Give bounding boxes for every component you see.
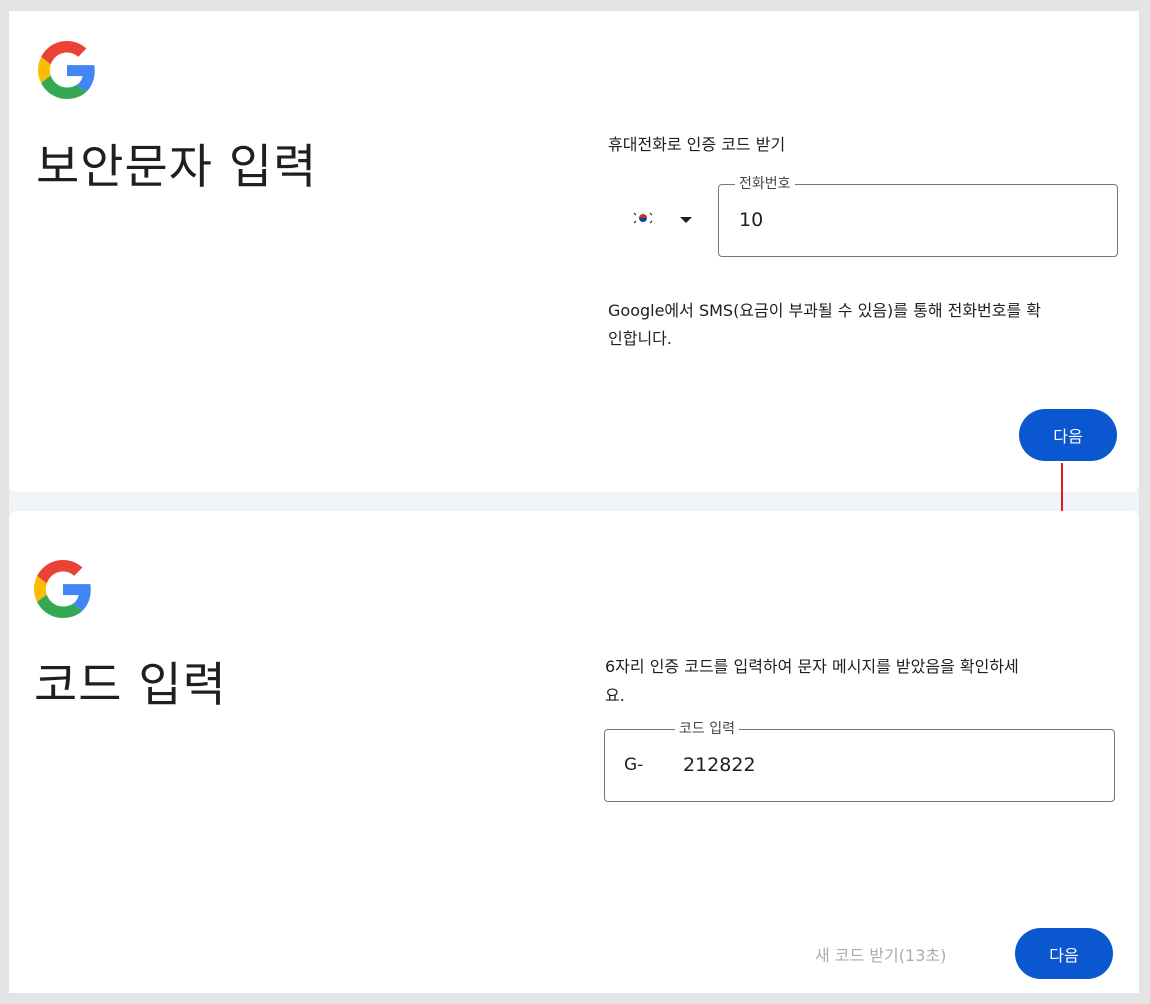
next-button[interactable]: 다음 <box>1015 928 1113 979</box>
south-korea-flag-icon <box>632 210 654 226</box>
sms-notice-line2: 인합니다. <box>608 329 672 348</box>
resend-code-link[interactable]: 새 코드 받기(13초) <box>815 942 946 966</box>
page-title: 보안문자 입력 <box>36 140 318 195</box>
code-input-label: 코드 입력 <box>675 720 739 738</box>
code-input-value: 212822 <box>683 754 756 776</box>
code-caption: 6자리 인증 코드를 입력하여 문자 메시지를 받았음을 확인하세 요. <box>605 652 1019 710</box>
code-caption-line2: 요. <box>605 686 625 705</box>
next-button[interactable]: 다음 <box>1019 409 1117 461</box>
phone-number-field[interactable]: 전화번호 10 <box>718 175 1118 257</box>
page-title: 코드 입력 <box>34 658 227 713</box>
chevron-down-icon <box>680 217 692 223</box>
phone-caption: 휴대전화로 인증 코드 받기 <box>608 135 786 154</box>
google-logo-icon <box>34 560 91 618</box>
code-prefix: G- <box>624 755 644 775</box>
phone-number-label: 전화번호 <box>735 175 795 193</box>
code-caption-line1: 6자리 인증 코드를 입력하여 문자 메시지를 받았음을 확인하세 <box>605 657 1019 676</box>
google-logo-icon <box>38 41 95 99</box>
phone-number-value: 10 <box>739 209 764 231</box>
sms-notice: Google에서 SMS(요금이 부과될 수 있음)를 통해 전화번호를 확 인… <box>608 297 1041 353</box>
sms-notice-line1: Google에서 SMS(요금이 부과될 수 있음)를 통해 전화번호를 확 <box>608 301 1042 320</box>
country-selector[interactable] <box>626 206 706 236</box>
code-input-field[interactable]: 코드 입력 G- 212822 <box>604 720 1115 802</box>
